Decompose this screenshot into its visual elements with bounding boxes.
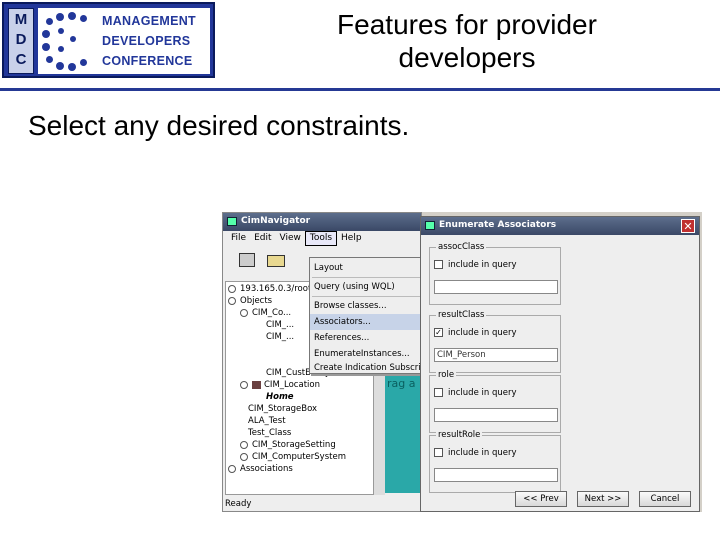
include-checkbox[interactable] bbox=[434, 388, 443, 397]
tree-item[interactable]: Objects bbox=[228, 296, 272, 306]
logo-letter: C bbox=[15, 51, 27, 68]
expander-icon bbox=[240, 380, 248, 389]
menu-item-enumerate-instances[interactable]: EnumerateInstances... bbox=[310, 346, 422, 362]
group-role: role include in query bbox=[429, 370, 561, 433]
group-result-role: resultRole include in query bbox=[429, 430, 561, 493]
checkbox-label: include in query bbox=[448, 328, 517, 338]
result-role-field[interactable] bbox=[434, 468, 558, 482]
menu-separator bbox=[312, 277, 420, 278]
slide-body-text: Select any desired constraints. bbox=[28, 110, 410, 141]
app-icon bbox=[425, 221, 435, 230]
checkbox-label: include in query bbox=[448, 388, 517, 398]
role-field[interactable] bbox=[434, 408, 558, 422]
open-folder-icon[interactable] bbox=[267, 255, 285, 267]
menu-item-layout[interactable]: Layout bbox=[310, 260, 422, 276]
assoc-class-field[interactable] bbox=[434, 280, 558, 294]
result-class-field[interactable]: CIM_Person bbox=[434, 348, 558, 362]
status-bar: Ready bbox=[225, 499, 252, 509]
slide-title: Features for provider developers bbox=[337, 9, 597, 73]
app-icon bbox=[227, 217, 237, 226]
tree-item[interactable]: CIM_ComputerSystem bbox=[240, 452, 346, 462]
tree-item[interactable]: CIM_Co... bbox=[240, 308, 291, 318]
menu-edit[interactable]: Edit bbox=[250, 232, 275, 245]
tree-item[interactable]: ALA_Test bbox=[248, 416, 286, 426]
logo-word: CONFERENCE bbox=[102, 54, 193, 68]
logo-word: MANAGEMENT bbox=[102, 14, 196, 28]
dialog-title: Enumerate Associators bbox=[439, 220, 557, 230]
class-icon bbox=[252, 380, 261, 389]
include-checkbox[interactable]: ✓ bbox=[434, 328, 443, 337]
checkbox-label: include in query bbox=[448, 260, 517, 270]
menu-item-query[interactable]: Query (using WQL) bbox=[310, 279, 422, 295]
include-checkbox[interactable] bbox=[434, 260, 443, 269]
node-icon bbox=[228, 284, 236, 293]
save-icon[interactable] bbox=[239, 253, 255, 267]
expander-icon bbox=[240, 440, 248, 449]
tools-menu: Layout Query (using WQL) Browse classes.… bbox=[309, 257, 422, 375]
cim-navigator-title: CimNavigator bbox=[241, 216, 311, 226]
tree-item[interactable]: CIM_Location bbox=[240, 380, 320, 390]
expander-icon bbox=[240, 308, 248, 317]
mdc-logo: M D C MANAGEMENT DEVELOPERS CONFERENCE bbox=[2, 2, 215, 78]
tree-item[interactable]: CIM_StorageBox bbox=[248, 404, 317, 414]
logo-letter: D bbox=[15, 31, 27, 48]
tree-item[interactable]: Associations bbox=[228, 464, 293, 474]
tree-item[interactable]: CIM_... bbox=[266, 332, 294, 342]
menu-view[interactable]: View bbox=[276, 232, 305, 245]
expander-icon bbox=[228, 464, 236, 473]
slide: M D C MANAGEMENT DEVELOPERS CONFERENCE F… bbox=[0, 0, 720, 540]
menu-item-associators[interactable]: Associators... bbox=[310, 314, 422, 330]
menu-help[interactable]: Help bbox=[337, 232, 366, 245]
next-button[interactable]: Next >> bbox=[577, 491, 629, 507]
group-result-class: resultClass ✓ include in query CIM_Perso… bbox=[429, 310, 561, 373]
logo-letters: M D C bbox=[8, 8, 34, 74]
include-checkbox[interactable] bbox=[434, 448, 443, 457]
logo-letter: M bbox=[14, 11, 28, 28]
cim-navigator-window: CimNavigator File Edit View Tools Help 1… bbox=[222, 212, 423, 512]
logo-word: DEVELOPERS bbox=[102, 34, 191, 48]
group-legend: role bbox=[436, 370, 457, 380]
logo-words: MANAGEMENT DEVELOPERS CONFERENCE bbox=[98, 8, 210, 74]
menu-item-references[interactable]: References... bbox=[310, 330, 422, 346]
drag-hint: rag a bbox=[387, 377, 416, 390]
enumerate-associators-dialog: Enumerate Associators ✕ assocClass inclu… bbox=[420, 216, 700, 512]
checkbox-label: include in query bbox=[448, 448, 517, 458]
close-icon[interactable]: ✕ bbox=[681, 219, 695, 233]
title-divider bbox=[0, 88, 720, 91]
logo-dots-icon bbox=[38, 8, 98, 74]
cancel-button[interactable]: Cancel bbox=[639, 491, 691, 507]
menubar: File Edit View Tools Help bbox=[223, 230, 421, 246]
menu-tools[interactable]: Tools bbox=[304, 230, 338, 246]
menu-item-browse-classes[interactable]: Browse classes... bbox=[310, 298, 422, 314]
menu-file[interactable]: File bbox=[227, 232, 250, 245]
tree-item[interactable]: Test_Class bbox=[248, 428, 291, 438]
expander-icon bbox=[228, 296, 236, 305]
tree-item[interactable]: CIM_StorageSetting bbox=[240, 440, 336, 450]
tree-item[interactable]: Home bbox=[266, 392, 294, 402]
cim-navigator-titlebar[interactable]: CimNavigator bbox=[223, 213, 421, 231]
tree-item[interactable]: CIM_... bbox=[266, 320, 294, 330]
group-legend: resultRole bbox=[436, 430, 483, 440]
group-legend: resultClass bbox=[436, 310, 487, 320]
menu-item-create-indication[interactable]: Create Indication Subscription... bbox=[310, 361, 422, 375]
canvas-area[interactable]: rag a bbox=[385, 373, 423, 493]
expander-icon bbox=[240, 452, 248, 461]
group-legend: assocClass bbox=[436, 242, 487, 252]
group-assoc-class: assocClass include in query bbox=[429, 242, 561, 305]
menu-separator bbox=[312, 296, 420, 297]
screenshot: CimNavigator File Edit View Tools Help 1… bbox=[222, 212, 702, 512]
dialog-titlebar[interactable]: Enumerate Associators ✕ bbox=[421, 217, 699, 235]
prev-button[interactable]: << Prev bbox=[515, 491, 567, 507]
